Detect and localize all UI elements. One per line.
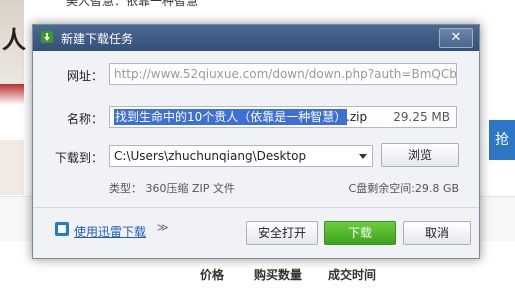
safe-open-button[interactable]: 安全打开 — [246, 221, 318, 245]
save-path-select[interactable]: C:\Users\zhuchunqiang\Desktop — [109, 145, 373, 167]
new-download-dialog: 新建下载任务 ✕ 网址： http://www.52qiuxue.com/dow… — [32, 24, 480, 259]
use-thunder-link[interactable]: 使用迅雷下载 — [74, 223, 146, 240]
footer-divider — [33, 207, 479, 208]
column-time: 成交时间 — [328, 268, 377, 282]
dialog-title: 新建下载任务 — [61, 32, 134, 46]
name-extension: .zip — [346, 110, 368, 124]
cancel-button[interactable]: 取消 — [403, 221, 471, 245]
download-button[interactable]: 下载 — [324, 221, 396, 245]
free-space-text: C盘剩余空间:29.8 GB — [348, 182, 459, 195]
dialog-titlebar[interactable]: 新建下载任务 ✕ — [33, 25, 479, 51]
close-button[interactable]: ✕ — [439, 28, 473, 48]
dropdown-arrow-icon[interactable] — [359, 154, 367, 159]
expand-chevron-icon[interactable]: ≫ — [157, 221, 169, 234]
save-path-value: C:\Users\zhuchunqiang\Desktop — [114, 149, 307, 163]
file-size: 29.25 MB — [393, 110, 450, 124]
url-label: 网址： — [67, 69, 104, 83]
book-cover-image: 人 — [0, 0, 26, 140]
name-label: 名称： — [67, 112, 104, 126]
background-top-text: 美人智慧：依靠一种智慧 — [66, 0, 199, 8]
download-arrow-icon — [41, 31, 53, 43]
file-type-text: 类型： 360压缩 ZIP 文件 — [109, 182, 235, 195]
name-selected-text: 找到生命中的10个贵人（依靠是一种智慧） — [114, 109, 348, 125]
url-field[interactable]: http://www.52qiuxue.com/down/down.php?au… — [109, 63, 457, 85]
column-price: 价格 — [200, 268, 225, 282]
cover-char: 人 — [2, 26, 26, 54]
thunder-icon[interactable] — [55, 222, 69, 236]
browse-button[interactable]: 浏览 — [381, 143, 459, 167]
save-to-label: 下载到： — [55, 151, 104, 165]
name-field[interactable]: 找到生命中的10个贵人（依靠是一种智慧） .zip 29.25 MB — [109, 106, 457, 128]
background-buy-button[interactable]: 抢 — [489, 120, 515, 160]
column-quantity: 购买数量 — [254, 268, 303, 282]
